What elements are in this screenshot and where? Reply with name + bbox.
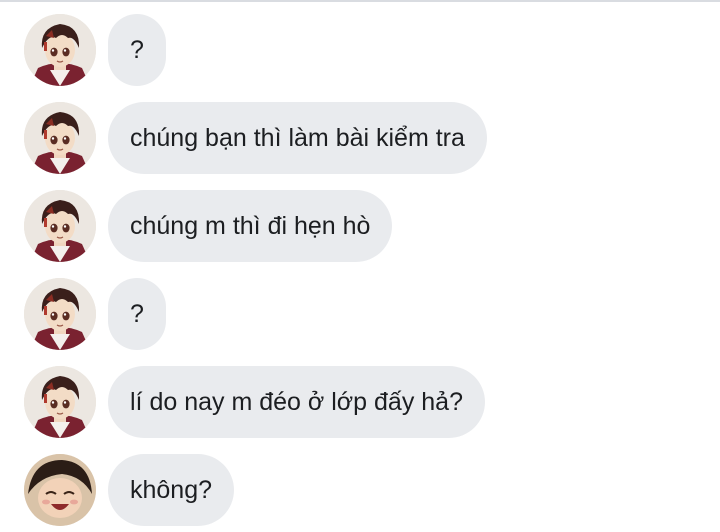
- sender-avatar-icon[interactable]: [24, 278, 96, 350]
- message-row: chúng m thì đi hẹn hò: [24, 190, 393, 262]
- message-bubble[interactable]: không?: [108, 454, 235, 526]
- message-bubble[interactable]: chúng m thì đi hẹn hò: [108, 190, 393, 262]
- sender-avatar-icon[interactable]: [24, 190, 96, 262]
- sender-avatar-icon[interactable]: [24, 102, 96, 174]
- other-avatar-icon[interactable]: [24, 454, 96, 526]
- message-row: ?: [24, 14, 166, 86]
- message-row: lí do nay m đéo ở lớp đấy hả?: [24, 366, 485, 438]
- sender-avatar-icon[interactable]: [24, 14, 96, 86]
- sender-avatar-icon[interactable]: [24, 366, 96, 438]
- message-row: không?: [24, 454, 235, 526]
- message-bubble[interactable]: ?: [108, 14, 166, 86]
- message-bubble[interactable]: chúng bạn thì làm bài kiểm tra: [108, 102, 487, 174]
- message-bubble[interactable]: lí do nay m đéo ở lớp đấy hả?: [108, 366, 485, 438]
- message-row: ?: [24, 278, 166, 350]
- message-bubble[interactable]: ?: [108, 278, 166, 350]
- message-thread: ? chúng bạn thì làm bài kiểm tra chúng m…: [0, 0, 720, 532]
- message-row: chúng bạn thì làm bài kiểm tra: [24, 102, 487, 174]
